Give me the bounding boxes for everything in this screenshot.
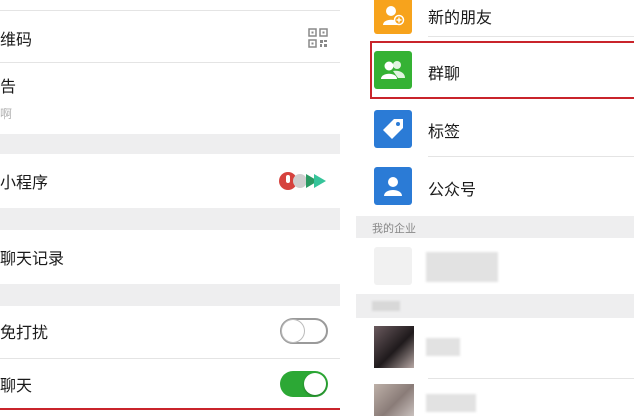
section-gap [0, 134, 340, 154]
mini-program-label: 小程序 [0, 173, 49, 192]
pin-chat-toggle[interactable] [280, 371, 328, 397]
new-friends-label: 新的朋友 [428, 8, 493, 27]
enterprise-row[interactable] [356, 238, 634, 294]
announcement-sub-text: 啊 [0, 106, 13, 121]
row-divider [0, 62, 340, 63]
blurred-section-header [356, 294, 634, 318]
chat-history-row[interactable]: 聊天记录 [0, 230, 340, 284]
contact-row[interactable] [356, 380, 634, 416]
tags-row[interactable]: 标签 [356, 102, 634, 156]
top-divider [0, 10, 340, 11]
add-friend-icon [374, 0, 412, 34]
enterprise-section-label: 我的企业 [372, 222, 416, 235]
blurred-header-text [372, 301, 400, 311]
group-chats-label: 群聊 [428, 64, 461, 83]
row-divider [428, 156, 634, 157]
announcement-row[interactable]: 告 [0, 70, 340, 100]
official-accounts-label: 公众号 [428, 180, 477, 199]
section-gap [0, 284, 340, 306]
contacts-panel: 新的朋友 群聊 标签 公众号 我的企业 [356, 0, 634, 416]
toggle-knob [282, 320, 304, 342]
mute-notifications-toggle[interactable] [280, 318, 328, 344]
row-divider [428, 36, 634, 37]
chat-settings-panel: 维码 告 啊 小程序 聊天记录 免打扰 聊天 [0, 0, 340, 416]
tags-label: 标签 [428, 122, 461, 141]
announcement-label: 告 [0, 77, 17, 96]
tag-icon [374, 110, 412, 148]
official-account-icon [374, 167, 412, 205]
qr-code-icon [308, 28, 328, 52]
official-accounts-row[interactable]: 公众号 [356, 158, 634, 214]
mini-program-row[interactable]: 小程序 [0, 154, 340, 208]
pin-chat-label: 聊天 [0, 376, 33, 395]
mini-program-logos-icon [278, 171, 328, 195]
blurred-avatar [374, 247, 412, 285]
blurred-name [426, 252, 498, 282]
contact-row[interactable] [356, 318, 634, 378]
announcement-preview: 啊 [0, 102, 340, 124]
section-gap [0, 208, 340, 230]
highlight-box [0, 408, 340, 416]
blurred-avatar [374, 384, 414, 416]
group-chat-icon [374, 51, 412, 89]
new-friends-row[interactable]: 新的朋友 [356, 0, 634, 34]
blurred-name [426, 394, 476, 412]
qr-code-row[interactable]: 维码 [0, 16, 340, 60]
blurred-name [426, 338, 460, 356]
mute-notifications-label: 免打扰 [0, 323, 49, 342]
chat-history-label: 聊天记录 [0, 249, 65, 268]
toggle-knob [304, 373, 326, 395]
row-divider [0, 358, 340, 359]
blurred-avatar [374, 326, 414, 368]
qr-code-label: 维码 [0, 30, 33, 49]
group-chats-row[interactable]: 群聊 [356, 42, 634, 98]
row-divider [428, 378, 634, 379]
enterprise-section-header: 我的企业 [356, 216, 634, 238]
panel-gutter [340, 0, 356, 416]
